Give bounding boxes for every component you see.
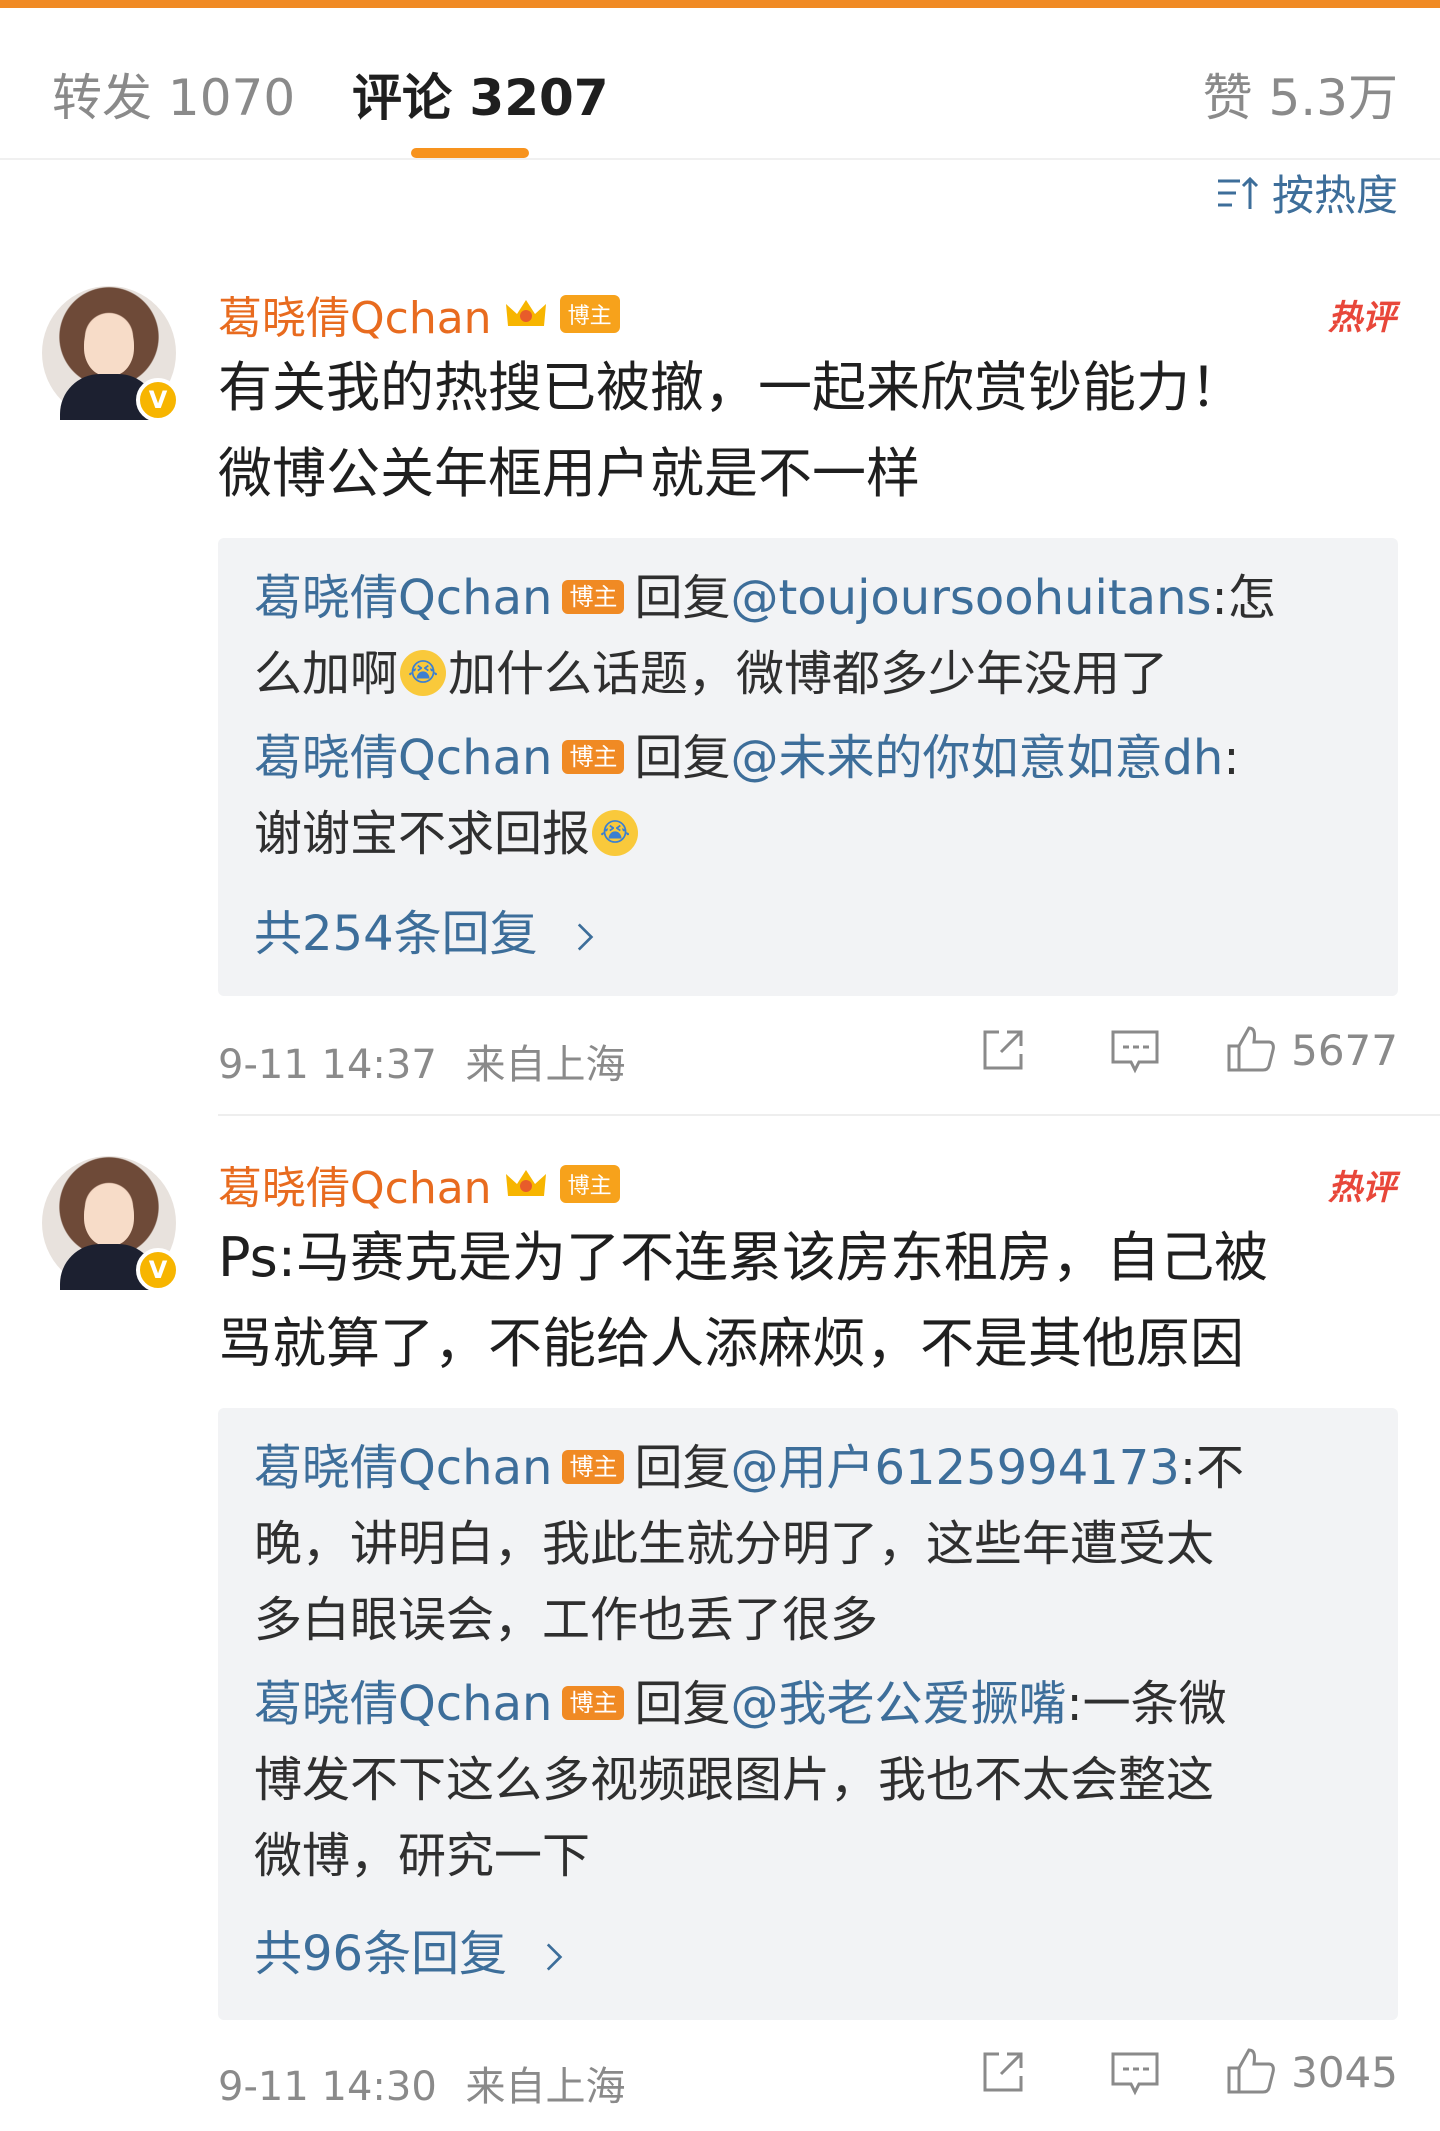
user-line: 葛晓倩Qchan 博主 — [218, 1152, 620, 1216]
like-button[interactable]: 3045 — [1201, 2046, 1398, 2098]
share-icon — [983, 1030, 1023, 1070]
reply-word: 回复 — [634, 1440, 731, 1496]
comment-time: 9-11 14:37 — [218, 1042, 437, 1088]
avatar[interactable]: V — [42, 1156, 180, 1292]
hot-comment-label: 热评 — [1328, 1168, 1396, 1208]
comment-location: 来自上海 — [465, 1042, 626, 1088]
comment-actions: 3045 — [937, 2046, 1398, 2098]
sort-toggle[interactable]: 按热度 — [1216, 162, 1398, 223]
comment-meta: 9-11 14:37 来自上海 — [218, 1032, 626, 1090]
comment-line: 有关我的热搜已被撤，一起来欣赏钞能力！ — [218, 356, 1244, 419]
username[interactable]: 葛晓倩Qchan — [218, 1152, 492, 1216]
more-replies-link[interactable]: 共254条回复 — [254, 894, 597, 964]
chevron-right-icon — [577, 923, 594, 951]
author-badge: 博主 — [559, 1165, 620, 1203]
more-replies-link[interactable]: 共96条回复 — [254, 1914, 566, 1984]
reply-item[interactable]: 葛晓倩Qchan 博主 回复@用户6125994173:不晚，讲明白，我此生就分明了… — [254, 1430, 1354, 1658]
reply-word: 回复 — [634, 570, 731, 626]
reply-text: 博发不下这么多视频跟图片，我也不太会整这 — [254, 1752, 1215, 1808]
reply-text: 晚，讲明白，我此生就分明了，这些年遭受太 — [254, 1516, 1215, 1572]
thumbs-up-icon — [1227, 2048, 1275, 2094]
crying-emoji-icon: 😭 — [400, 650, 447, 696]
like-count: 5677 — [1291, 1025, 1398, 1075]
hot-comment-label: 热评 — [1328, 298, 1396, 338]
username[interactable]: 葛晓倩Qchan — [218, 282, 492, 346]
reply-badge: 博主 — [562, 740, 625, 774]
comment-time: 9-11 14:30 — [218, 2064, 437, 2110]
reply-text: :怎 — [1211, 570, 1276, 626]
comment-divider — [218, 1114, 1440, 1116]
comment-location: 来自上海 — [465, 2064, 626, 2110]
more-replies-label: 共96条回复 — [254, 1926, 508, 1982]
reply-item[interactable]: 葛晓倩Qchan 博主 回复@toujoursoohuitans:怎么加啊 😭 加什么话… — [254, 560, 1354, 712]
reply-text: :不 — [1179, 1440, 1245, 1496]
reply-author[interactable]: 葛晓倩Qchan — [254, 1676, 552, 1732]
avatar-face — [84, 314, 134, 376]
reply-box[interactable]: 葛晓倩Qchan 博主 回复@toujoursoohuitans:怎 么加啊 😭 加什么话… — [218, 538, 1398, 996]
comment-actions: 5677 — [937, 1024, 1398, 1076]
reply-box[interactable]: 葛晓倩Qchan 博主 回复@用户6125994173:不 晚，讲明白，我此生就分明了… — [218, 1408, 1398, 2020]
tab-likes[interactable]: 赞 5.3万 — [1203, 58, 1398, 130]
reply-text: 谢谢宝不求回报 — [254, 806, 591, 862]
mention-link[interactable]: @未来的你如意如意dh — [730, 730, 1223, 786]
like-button[interactable]: 5677 — [1201, 1024, 1398, 1076]
share-button[interactable] — [937, 2046, 1069, 2098]
comment-icon — [1111, 1030, 1159, 1074]
reply-author[interactable]: 葛晓倩Qchan — [254, 570, 552, 626]
comment-line: 微博公关年框用户就是不一样 — [218, 442, 920, 505]
tab-repost[interactable]: 转发 1070 — [52, 58, 295, 130]
reply-text: 微博，研究一下 — [254, 1828, 591, 1884]
reply-text: : — [1223, 730, 1240, 786]
user-line: 葛晓倩Qchan 博主 — [218, 282, 620, 346]
reply-item[interactable]: 葛晓倩Qchan 博主 回复@我老公爱撅嘴:一条微博发不下这么多视频跟图片，我也不太… — [254, 1666, 1354, 1894]
mention-link[interactable]: @我老公爱撅嘴 — [730, 1676, 1066, 1732]
reply-text: 加什么话题，微博都多少年没用了 — [448, 646, 1169, 702]
thumbs-up-icon — [1227, 1026, 1275, 1072]
author-badge: 博主 — [559, 295, 620, 333]
avatar[interactable]: V — [42, 286, 180, 422]
comment-text: Ps:马赛克是为了不连累该房东租房，自己被 骂就算了，不能给人添麻烦，不是其他原… — [218, 1215, 1398, 1387]
reply-badge: 博主 — [562, 1686, 625, 1720]
comment-line: Ps:马赛克是为了不连累该房东租房，自己被 — [218, 1226, 1268, 1289]
comment-icon — [1111, 2052, 1159, 2096]
reply-text: 多白眼误会，工作也丢了很多 — [254, 1592, 879, 1648]
like-count: 3045 — [1291, 2047, 1398, 2097]
comment-meta: 9-11 14:30 来自上海 — [218, 2054, 626, 2112]
crown-icon — [505, 300, 546, 326]
active-tab-indicator — [411, 148, 529, 158]
comment-text: 有关我的热搜已被撤，一起来欣赏钞能力！ 微博公关年框用户就是不一样 — [218, 345, 1398, 517]
sort-icon — [1217, 176, 1259, 209]
reply-button[interactable] — [1069, 2046, 1201, 2098]
mention-link[interactable]: @toujoursoohuitans — [730, 570, 1211, 626]
reply-badge: 博主 — [562, 1450, 625, 1484]
tab-comments[interactable]: 评论 3207 — [352, 58, 609, 130]
reply-button[interactable] — [1069, 1024, 1201, 1076]
reply-text: :一条微 — [1066, 1676, 1227, 1732]
verified-icon: V — [136, 1248, 180, 1292]
tab-bar: 转发 1070 评论 3207 赞 5.3万 — [0, 8, 1440, 160]
crying-emoji-icon: 😭 — [592, 810, 639, 856]
sort-label: 按热度 — [1271, 171, 1398, 220]
more-replies-label: 共254条回复 — [254, 906, 538, 962]
share-button[interactable] — [937, 1024, 1069, 1076]
mention-link[interactable]: @用户6125994173 — [730, 1440, 1179, 1496]
comment-line: 骂就算了，不能给人添麻烦，不是其他原因 — [218, 1312, 1244, 1375]
avatar-face — [84, 1184, 134, 1246]
reply-author[interactable]: 葛晓倩Qchan — [254, 730, 552, 786]
reply-word: 回复 — [634, 1676, 731, 1732]
crown-icon — [505, 1170, 546, 1196]
chevron-right-icon — [547, 1943, 563, 1971]
reply-item[interactable]: 葛晓倩Qchan 博主 回复@未来的你如意如意dh: 谢谢宝不求回报 😭 — [254, 720, 1354, 872]
reply-word: 回复 — [634, 730, 731, 786]
reply-text: 么加啊 — [254, 646, 399, 702]
reply-author[interactable]: 葛晓倩Qchan — [254, 1440, 552, 1496]
share-icon — [983, 2052, 1023, 2092]
verified-icon: V — [136, 378, 180, 422]
reply-badge: 博主 — [562, 580, 625, 614]
top-accent-bar — [0, 0, 1440, 8]
